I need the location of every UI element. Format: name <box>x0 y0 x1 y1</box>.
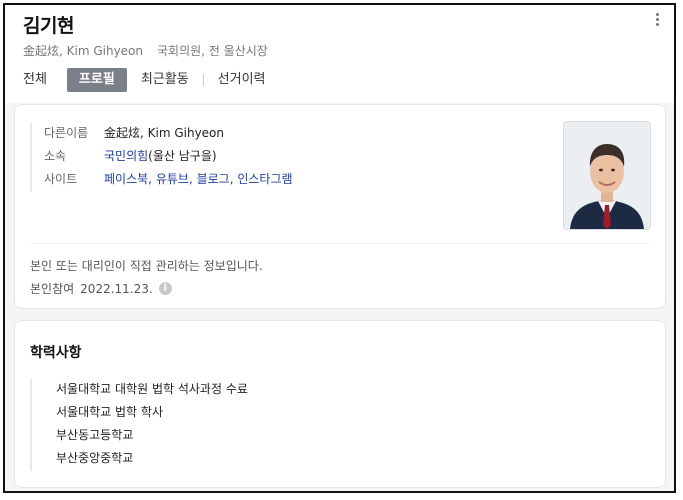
education-card: 학력사항 서울대학교 대학원 법학 석사과정 수료 서울대학교 법학 학사 부산… <box>14 320 666 488</box>
subtitle-role: 국회의원, 전 울산시장 <box>157 44 268 58</box>
tab-election-history[interactable]: 선거이력 <box>212 68 272 92</box>
info-value: 金起炫, Kim Gihyeon <box>104 126 225 140</box>
tab-all[interactable]: 전체 <box>23 68 53 92</box>
subtitle-names: 金起炫, Kim Gihyeon <box>23 44 144 58</box>
site-link-youtube[interactable]: 유튜브 <box>156 172 189 186</box>
info-row-other-names: 다른이름 金起炫, Kim Gihyeon <box>44 123 293 146</box>
education-item: 서울대학교 법학 학사 <box>56 405 163 419</box>
joined-info: 본인참여 2022.11.23. i <box>30 280 172 297</box>
tab-divider <box>202 74 204 86</box>
education-item: 부산동고등학교 <box>56 428 134 442</box>
info-row-sites: 사이트 페이스북, 유튜브, 블로그, 인스타그램 <box>44 169 293 192</box>
district-text: (울산 남구을) <box>148 149 217 163</box>
education-list: 서울대학교 대학원 법학 석사과정 수료 서울대학교 법학 학사 부산동고등학교… <box>30 379 248 471</box>
profile-card: 다른이름 金起炫, Kim Gihyeon 소속 국민의힘(울산 남구을) 사이트 페… <box>14 104 666 309</box>
managed-notice: 본인 또는 대리인이 직접 관리하는 정보입니다. <box>30 259 263 273</box>
joined-label: 본인참여 <box>30 282 75 296</box>
tab-recent-activity[interactable]: 최근활동 <box>135 68 195 92</box>
profile-photo[interactable] <box>563 121 651 230</box>
education-title: 학력사항 <box>30 345 82 361</box>
site-link-facebook[interactable]: 페이스북 <box>104 172 148 186</box>
profile-header: 김기현 金起炫, Kim Gihyeon 국회의원, 전 울산시장 전체 프로필 … <box>5 5 674 103</box>
info-label: 소속 <box>44 149 67 163</box>
info-row-affiliation: 소속 국민의힘(울산 남구을) <box>44 146 293 169</box>
joined-date: 2022.11.23. <box>80 281 153 296</box>
card-divider <box>30 243 650 244</box>
profile-info: 다른이름 金起炫, Kim Gihyeon 소속 국민의힘(울산 남구을) 사이트 페… <box>30 123 293 192</box>
site-link-instagram[interactable]: 인스타그램 <box>237 172 292 186</box>
more-vertical-icon[interactable] <box>654 13 660 29</box>
profile-name: 김기현 <box>23 15 74 37</box>
tab-profile[interactable]: 프로필 <box>66 68 127 92</box>
party-link[interactable]: 국민의힘 <box>104 149 148 163</box>
education-item: 부산중앙중학교 <box>56 451 134 465</box>
profile-subtitle: 金起炫, Kim Gihyeon 국회의원, 전 울산시장 <box>23 42 268 59</box>
info-label: 다른이름 <box>44 126 89 140</box>
tab-bar: 전체 프로필 최근활동 선거이력 <box>23 68 272 92</box>
info-label: 사이트 <box>44 172 78 186</box>
info-icon[interactable]: i <box>158 282 172 295</box>
profile-panel: 김기현 金起炫, Kim Gihyeon 국회의원, 전 울산시장 전체 프로필 … <box>3 3 676 493</box>
site-link-blog[interactable]: 블로그 <box>197 172 230 186</box>
education-item: 서울대학교 대학원 법학 석사과정 수료 <box>56 382 248 396</box>
